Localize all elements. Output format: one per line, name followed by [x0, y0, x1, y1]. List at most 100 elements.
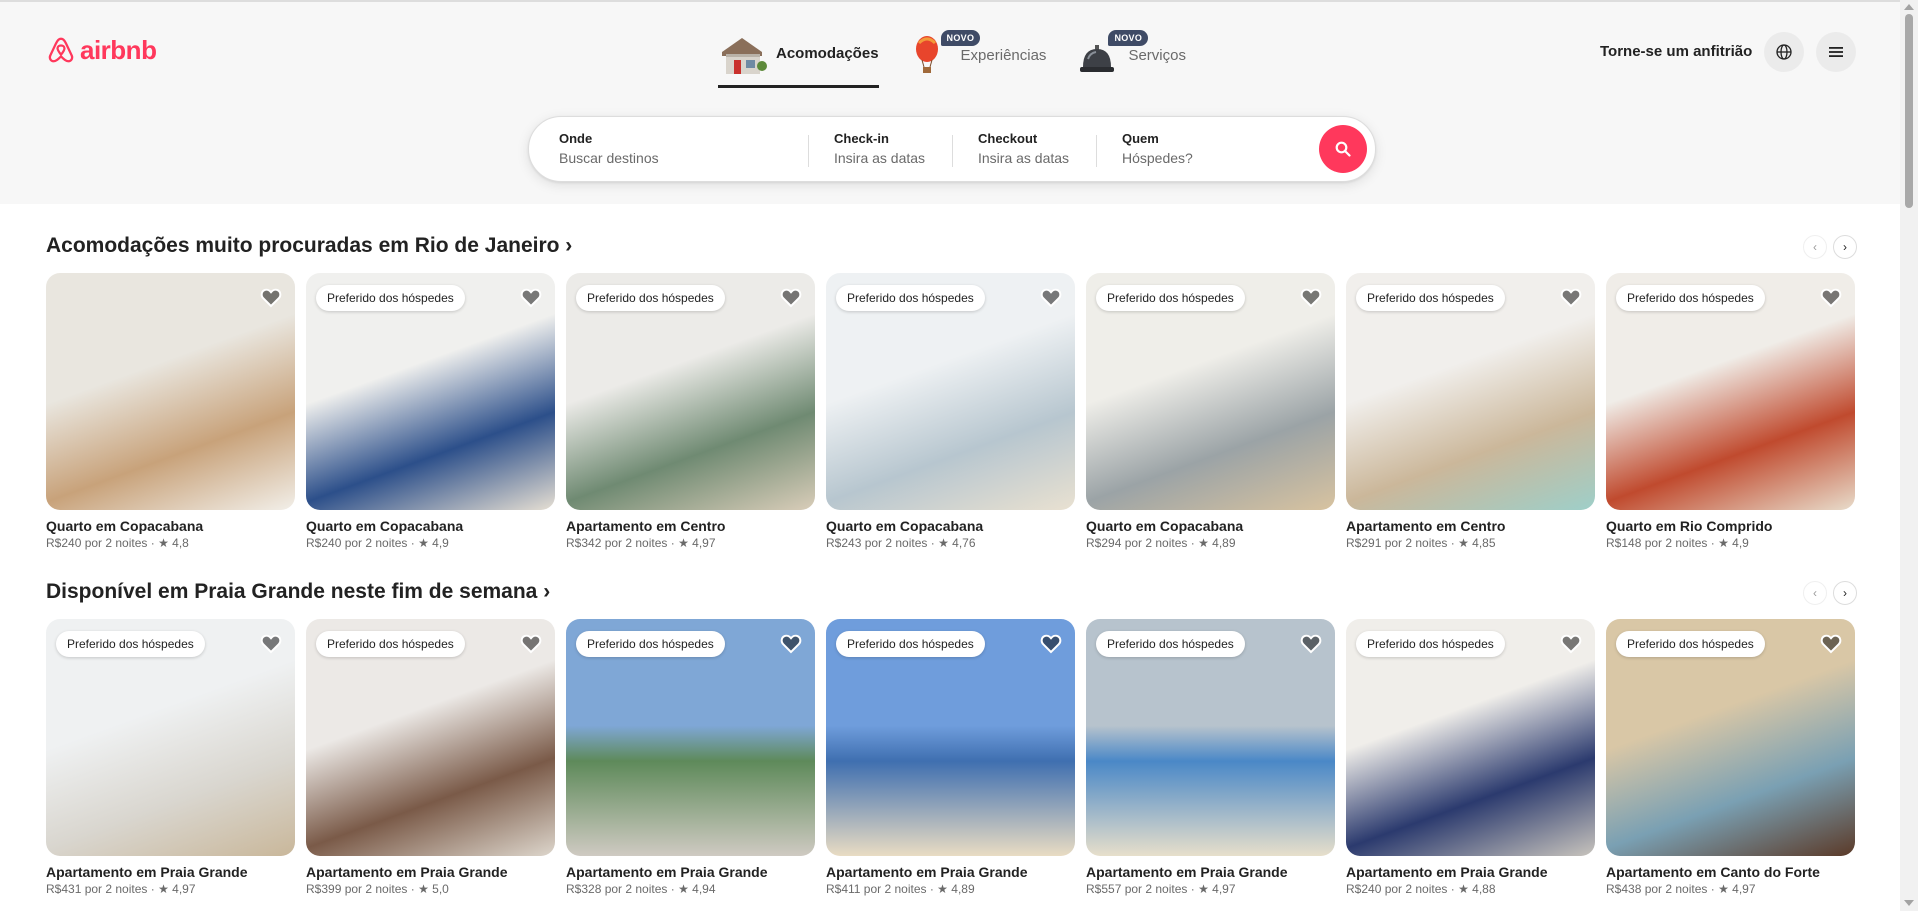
guest-favorite-badge: Preferido dos hóspedes — [1356, 631, 1505, 657]
listing-card[interactable]: Preferido dos hóspedes Apartamento em Pra… — [46, 619, 295, 896]
guest-favorite-badge: Preferido dos hóspedes — [1616, 631, 1765, 657]
scroll-down-icon[interactable] — [1904, 900, 1914, 906]
listing-card[interactable]: Preferido dos hóspedes Quarto em Copacaba… — [1086, 273, 1335, 550]
heart-icon[interactable] — [1559, 285, 1583, 309]
listing-price-rating: R$557 por 2 noites · ★ 4,97 — [1086, 882, 1236, 896]
listing-card[interactable]: Preferido dos hóspedes Apartamento em Pra… — [1346, 619, 1595, 896]
search-button[interactable] — [1319, 125, 1367, 173]
listing-price-rating: R$148 por 2 noites · ★ 4,9 — [1606, 536, 1749, 550]
guest-favorite-badge: Preferido dos hóspedes — [1616, 285, 1765, 311]
guest-favorite-badge: Preferido dos hóspedes — [1096, 631, 1245, 657]
listing-photo[interactable]: Preferido dos hóspedes — [1346, 273, 1595, 510]
become-host-link[interactable]: Torne-se um anfitrião — [1600, 43, 1752, 60]
carousel-next-button[interactable]: › — [1833, 235, 1857, 259]
tab-servicos[interactable]: NOVO Serviços — [1080, 30, 1186, 88]
carousel-prev-button[interactable]: ‹ — [1803, 235, 1827, 259]
checkout-input[interactable]: Insira as datas — [978, 150, 1069, 166]
heart-icon[interactable] — [519, 285, 543, 309]
guests-input[interactable]: Hóspedes? — [1122, 150, 1193, 166]
listing-photo[interactable]: Preferido dos hóspedes — [306, 273, 555, 510]
listing-photo[interactable]: Preferido dos hóspedes — [826, 619, 1075, 856]
listing-card[interactable]: Preferido dos hóspedes Apartamento em Cen… — [566, 273, 815, 550]
heart-icon[interactable] — [259, 631, 283, 655]
listing-photo[interactable]: Preferido dos hóspedes — [1606, 273, 1855, 510]
listing-title: Apartamento em Praia Grande — [566, 864, 768, 880]
listing-price-rating: R$328 por 2 noites · ★ 4,94 — [566, 882, 716, 896]
header: airbnb Acomodações NOVO Experiências NOV… — [0, 0, 1900, 204]
scrollbar-thumb[interactable] — [1905, 14, 1913, 208]
divider — [808, 135, 809, 167]
heart-icon[interactable] — [779, 285, 803, 309]
listing-title: Apartamento em Praia Grande — [826, 864, 1028, 880]
heart-icon[interactable] — [259, 285, 283, 309]
section-title[interactable]: Disponível em Praia Grande neste fim de … — [46, 580, 550, 604]
where-field[interactable]: Onde Buscar destinos — [559, 131, 659, 166]
listing-price-rating: R$431 por 2 noites · ★ 4,97 — [46, 882, 196, 896]
tab-acomodacoes[interactable]: Acomodações — [718, 30, 879, 88]
listing-card[interactable]: Quarto em Copacabana R$240 por 2 noites ·… — [46, 273, 295, 550]
main-menu-button[interactable] — [1816, 32, 1856, 72]
where-input[interactable]: Buscar destinos — [559, 150, 659, 166]
listing-card[interactable]: Preferido dos hóspedes Apartamento em Cen… — [1346, 273, 1595, 550]
listing-price-rating: R$438 por 2 noites · ★ 4,97 — [1606, 882, 1756, 896]
listing-card[interactable]: Preferido dos hóspedes Quarto em Copacaba… — [826, 273, 1075, 550]
carousel-prev-button[interactable]: ‹ — [1803, 581, 1827, 605]
carousel-next-button[interactable]: › — [1833, 581, 1857, 605]
listing-photo[interactable]: Preferido dos hóspedes — [1606, 619, 1855, 856]
search-bar: Onde Buscar destinos Check-in Insira as … — [528, 116, 1376, 182]
checkout-field[interactable]: Checkout Insira as datas — [978, 131, 1069, 166]
listing-title: Apartamento em Praia Grande — [1346, 864, 1548, 880]
listing-price-rating: R$291 por 2 noites · ★ 4,85 — [1346, 536, 1496, 550]
listing-photo[interactable]: Preferido dos hóspedes — [826, 273, 1075, 510]
heart-icon[interactable] — [1819, 631, 1843, 655]
checkin-field[interactable]: Check-in Insira as datas — [834, 131, 925, 166]
tab-experiencias[interactable]: NOVO Experiências — [913, 30, 1047, 88]
listing-photo[interactable]: Preferido dos hóspedes — [566, 619, 815, 856]
heart-icon[interactable] — [1039, 285, 1063, 309]
airbnb-logo[interactable]: airbnb — [46, 34, 157, 66]
chevron-left-icon: ‹ — [1813, 240, 1817, 254]
airbnb-logo-icon — [48, 37, 74, 63]
heart-icon[interactable] — [1299, 631, 1323, 655]
listing-title: Apartamento em Canto do Forte — [1606, 864, 1820, 880]
heart-icon[interactable] — [1299, 285, 1323, 309]
listing-photo[interactable]: Preferido dos hóspedes — [306, 619, 555, 856]
listing-photo[interactable]: Preferido dos hóspedes — [1086, 619, 1335, 856]
search-icon — [1335, 141, 1351, 157]
chevron-right-icon: › — [1843, 240, 1847, 254]
hamburger-menu-icon — [1829, 47, 1843, 57]
listing-card[interactable]: Preferido dos hóspedes Quarto em Copacaba… — [306, 273, 555, 550]
heart-icon[interactable] — [519, 631, 543, 655]
guest-favorite-badge: Preferido dos hóspedes — [1096, 285, 1245, 311]
checkin-input[interactable]: Insira as datas — [834, 150, 925, 166]
listing-title: Apartamento em Praia Grande — [1086, 864, 1288, 880]
listing-photo[interactable] — [46, 273, 295, 510]
heart-icon[interactable] — [1559, 631, 1583, 655]
listing-photo[interactable]: Preferido dos hóspedes — [566, 273, 815, 510]
listing-card[interactable]: Preferido dos hóspedes Quarto em Rio Comp… — [1606, 273, 1855, 550]
tab-label: Experiências — [960, 46, 1047, 64]
listing-title: Apartamento em Praia Grande — [306, 864, 508, 880]
listing-title: Quarto em Copacabana — [46, 518, 204, 534]
where-label: Onde — [559, 131, 593, 146]
listing-photo[interactable]: Preferido dos hóspedes — [1086, 273, 1335, 510]
listing-card[interactable]: Preferido dos hóspedes Apartamento em Pra… — [306, 619, 555, 896]
listing-price-rating: R$294 por 2 noites · ★ 4,89 — [1086, 536, 1236, 550]
listing-photo[interactable]: Preferido dos hóspedes — [1346, 619, 1595, 856]
heart-icon[interactable] — [779, 631, 803, 655]
language-button[interactable] — [1764, 32, 1804, 72]
guests-field[interactable]: Quem Hóspedes? — [1122, 131, 1193, 166]
listing-photo[interactable]: Preferido dos hóspedes — [46, 619, 295, 856]
listing-card[interactable]: Preferido dos hóspedes Apartamento em Pra… — [1086, 619, 1335, 896]
listing-card[interactable]: Preferido dos hóspedes Apartamento em Can… — [1606, 619, 1855, 896]
listing-card[interactable]: Preferido dos hóspedes Apartamento em Pra… — [566, 619, 815, 896]
page-scrollbar[interactable] — [1900, 0, 1918, 911]
listing-price-rating: R$342 por 2 noites · ★ 4,97 — [566, 536, 716, 550]
section-title[interactable]: Acomodações muito procuradas em Rio de J… — [46, 234, 572, 258]
heart-icon[interactable] — [1819, 285, 1843, 309]
heart-icon[interactable] — [1039, 631, 1063, 655]
listing-card[interactable]: Preferido dos hóspedes Apartamento em Pra… — [826, 619, 1075, 896]
listing-carousel: Preferido dos hóspedes Apartamento em Pra… — [46, 619, 1855, 896]
scroll-up-icon[interactable] — [1904, 4, 1914, 10]
divider — [1096, 135, 1097, 167]
